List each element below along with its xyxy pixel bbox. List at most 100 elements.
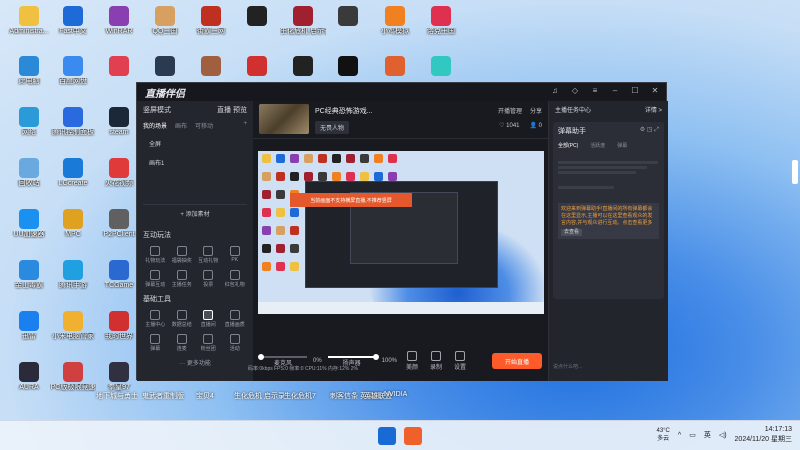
desktop-icon[interactable]: Fast中文 <box>50 6 96 46</box>
desktop-icon[interactable]: 迅雷 <box>6 311 52 351</box>
desktop-icon-label[interactable]: 鬼武者重制版 <box>142 391 184 401</box>
shirt-icon[interactable]: ◇ <box>570 86 580 95</box>
edge-handle[interactable] <box>792 160 798 184</box>
task-center-link[interactable]: 详情 > <box>645 105 662 114</box>
tab-movable[interactable]: 可移动 <box>195 121 213 130</box>
desktop-icon[interactable]: 百度网盘 <box>50 56 96 96</box>
tool-button[interactable]: 主播中心 <box>143 308 168 330</box>
tool-button[interactable]: 红包礼物 <box>223 268 248 290</box>
tab-canvas[interactable]: 画布 <box>175 121 187 130</box>
tool-button[interactable]: 直播画质 <box>223 308 248 330</box>
tab-danmaku[interactable]: 弹幕 <box>617 142 627 149</box>
live-companion-icon[interactable] <box>404 427 422 445</box>
desktop-icon[interactable]: 小米电脑管家 <box>50 311 96 351</box>
tool-button[interactable]: 主播任务 <box>170 268 195 290</box>
desktop-icon[interactable] <box>325 6 371 46</box>
tool-icon <box>229 246 240 256</box>
mic-slider[interactable] <box>257 353 307 360</box>
tool-label: 活动 <box>229 346 240 352</box>
chat-input[interactable]: 说点什么吧... <box>553 363 665 373</box>
network-icon[interactable]: ▭ <box>689 431 696 439</box>
tab-activity[interactable]: 活跃度 <box>590 142 605 149</box>
scene-item[interactable]: 画布1 <box>143 155 247 170</box>
mode-live[interactable]: 直播 <box>217 107 231 114</box>
weather-widget[interactable]: 43°C 多云 <box>656 427 669 443</box>
stream-title[interactable]: PC经典恐怖游戏... <box>315 106 373 116</box>
stream-cover[interactable] <box>259 104 309 134</box>
desktop-icon-label[interactable]: 生化危机7 <box>284 391 316 401</box>
desktop-icon[interactable] <box>234 6 280 46</box>
start-live-button[interactable]: 开始直播 <box>492 353 542 369</box>
ime-indicator[interactable]: 英 <box>704 430 711 440</box>
pin-icon[interactable]: ◳ <box>647 127 653 133</box>
desktop-icon[interactable]: Administra... <box>6 6 52 46</box>
desktop-icon-label[interactable]: 地下城与勇士 <box>96 391 138 401</box>
tool-button[interactable]: 礼物玩法 <box>143 244 168 266</box>
close-icon[interactable]: ✕ <box>650 86 660 95</box>
mode-label[interactable]: 竖屏模式 <box>143 105 171 115</box>
desktop-icon[interactable]: 此电脑 <box>6 56 52 96</box>
desktop-icon[interactable]: LGcreate <box>50 158 96 198</box>
settings-button[interactable]: 设置 <box>451 351 469 371</box>
tool-button[interactable]: 粉丝团 <box>196 332 221 354</box>
tool-button[interactable]: 投票 <box>196 268 221 290</box>
speaker-slider[interactable] <box>327 353 379 360</box>
tool-button[interactable]: 弹幕 <box>143 332 168 354</box>
app-icon <box>19 56 39 76</box>
desktop-icon[interactable]: QQ三国 <box>142 6 188 46</box>
maximize-icon[interactable]: ☐ <box>630 86 640 95</box>
desktop-icon[interactable]: 网络 <box>6 107 52 147</box>
desktop-icon[interactable]: 生化危机 启示录 <box>280 6 326 46</box>
add-source-button[interactable]: + 添加素材 <box>143 204 247 218</box>
minimize-icon[interactable]: – <box>610 86 620 95</box>
desktop-icon[interactable]: 小鸡模拟 <box>372 6 418 46</box>
desktop-icon[interactable]: 腾讯手游 <box>50 260 96 300</box>
speaker-slider-knob[interactable] <box>372 353 379 360</box>
add-scene-button[interactable]: + <box>243 121 247 130</box>
desktop-icon-label[interactable]: 生化危机 启示录 <box>234 391 285 401</box>
mode-preview[interactable]: 预览 <box>233 107 247 114</box>
tool-button[interactable]: PK <box>223 244 248 266</box>
desktop-icon[interactable]: PC版极限竞速 <box>50 362 96 402</box>
scene-item[interactable]: 全屏 <box>143 136 247 151</box>
tool-button[interactable]: 福袋抽奖 <box>170 244 195 266</box>
tool-button[interactable]: 互动礼物 <box>196 244 221 266</box>
mic-slider-knob[interactable] <box>257 353 264 360</box>
settings-icon[interactable]: ⚙ <box>640 127 645 133</box>
tool-button[interactable]: 数据总结 <box>170 308 195 330</box>
desktop-icon[interactable]: MPC <box>50 209 96 249</box>
desktop-icon[interactable]: 洛克王国 <box>418 6 464 46</box>
start-icon[interactable] <box>378 427 396 445</box>
desktop-icon[interactable]: 回收站 <box>6 158 52 198</box>
menu-icon[interactable]: ≡ <box>590 86 600 95</box>
interactive-tools: 礼物玩法 福袋抽奖 互动礼物 PK 弹幕互动 主播任务 投票 红包礼物 <box>137 244 253 290</box>
desktop-icon[interactable]: 腾讯控制面板 <box>50 107 96 147</box>
tag-button[interactable]: 无畏人物 <box>315 121 350 134</box>
headset-icon[interactable]: ♫ <box>550 86 560 95</box>
share-button[interactable]: 分享 <box>530 106 542 115</box>
mode-selector[interactable]: 竖屏模式 直播 预览 <box>137 101 253 119</box>
popout-icon[interactable]: ⤢ <box>654 127 659 133</box>
stream-preview[interactable]: 当前画面不支持横屏直播,不推荐竖屏 <box>258 151 544 314</box>
tab-my-scenes[interactable]: 我的场景 <box>143 121 167 130</box>
more-features[interactable]: ··· 更多功能 <box>137 354 253 371</box>
tool-button[interactable]: 活动 <box>223 332 248 354</box>
desktop-icon[interactable]: 街霸三网 <box>188 6 234 46</box>
tool-button[interactable]: 连麦 <box>170 332 195 354</box>
speaker-icon[interactable]: ◁) <box>719 431 727 439</box>
desktop-icon[interactable]: AURA <box>6 362 52 402</box>
beauty-button[interactable]: 美颜 <box>403 351 421 371</box>
tool-button[interactable]: 直播间 <box>196 308 221 330</box>
tool-button[interactable]: 弹幕互动 <box>143 268 168 290</box>
desktop-icon[interactable]: WinRAR <box>96 6 142 46</box>
desktop-icon[interactable]: 金山毒霸 <box>6 260 52 300</box>
notice-more-button[interactable]: 去查看 <box>561 229 583 236</box>
desktop-icon-label[interactable]: NVIDIA <box>384 391 407 398</box>
record-button[interactable]: 录制 <box>427 351 445 371</box>
manage-button[interactable]: 开播管理 <box>498 106 522 115</box>
tab-all[interactable]: 全部(PC) <box>558 142 578 149</box>
desktop-icon-label[interactable]: 宝贝4 <box>196 391 214 401</box>
desktop-icon[interactable]: UU加速器 <box>6 209 52 249</box>
chevron-up-icon[interactable]: ^ <box>678 432 681 439</box>
clock[interactable]: 14:17:13 2024/11/20 星期三 <box>735 425 792 445</box>
